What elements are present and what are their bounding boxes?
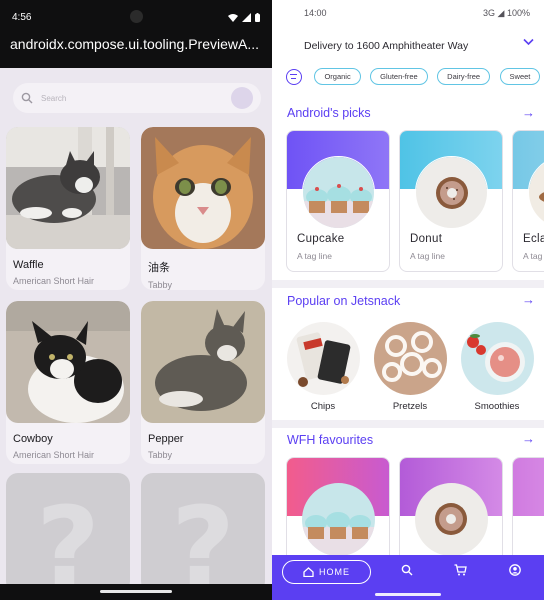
wfh-card-cupcake[interactable]: [286, 457, 390, 567]
cat-card-youtiao[interactable]: 油条 Tabby: [141, 127, 265, 290]
cat-photo: [141, 301, 265, 423]
cat-breed: American Short Hair: [13, 450, 95, 460]
home-icon: [303, 567, 314, 577]
delivery-address-selector[interactable]: Delivery to 1600 Amphitheater Way: [272, 30, 544, 62]
cart-icon[interactable]: [454, 564, 467, 576]
placeholder-question-icon: ?: [171, 483, 235, 593]
battery-icon: [255, 12, 260, 22]
wifi-icon: [228, 13, 238, 22]
snack-image: [415, 483, 488, 556]
arrow-forward-icon[interactable]: →: [522, 292, 535, 307]
section-title-picks: Android's picks: [287, 106, 371, 120]
app-title: androidx.compose.ui.tooling.PreviewA...: [0, 34, 272, 68]
filter-bar: Organic Gluten-free Dairy-free Sweet: [286, 68, 544, 90]
popular-item-smoothies[interactable]: Smoothies: [459, 322, 535, 412]
filter-chip-organic[interactable]: Organic: [314, 68, 361, 86]
cat-name: 油条: [148, 262, 170, 274]
placeholder-question-icon: ?: [36, 483, 100, 593]
status-bar: 4:56: [0, 0, 272, 34]
cat-photo: [6, 301, 130, 423]
system-nav-bar: [0, 584, 272, 600]
cat-breed: Tabby: [148, 280, 173, 290]
cat-name: Cowboy: [13, 433, 53, 445]
search-bar[interactable]: Search: [13, 83, 261, 113]
section-title-wfh: WFH favourites: [287, 433, 374, 447]
snack-image: [415, 156, 488, 229]
cat-card-placeholder[interactable]: ?: [6, 473, 130, 593]
status-time: 4:56: [12, 11, 32, 23]
status-bar: 14:00 3G ◢ 100%: [272, 0, 544, 26]
arrow-forward-icon[interactable]: →: [522, 105, 535, 120]
snack-card-donut[interactable]: Donut A tag line: [399, 130, 503, 272]
screenshot-root: 4:56 androidx.compose.ui.tooling.Preview…: [0, 0, 544, 600]
profile-icon[interactable]: [509, 564, 521, 576]
cat-breed: Tabby: [148, 450, 173, 460]
cat-browser-app: 4:56 androidx.compose.ui.tooling.Preview…: [0, 0, 272, 600]
cat-card-waffle[interactable]: Waffle American Short Hair: [6, 127, 130, 290]
gesture-handle[interactable]: [375, 593, 441, 596]
search-icon[interactable]: [401, 564, 413, 576]
status-time: 14:00: [304, 8, 327, 18]
filter-icon[interactable]: [286, 68, 302, 85]
section-divider: [272, 420, 544, 428]
cat-card-cowboy[interactable]: Cowboy American Short Hair: [6, 301, 130, 464]
chevron-down-icon: [523, 38, 534, 46]
wfh-card-more[interactable]: [512, 457, 544, 567]
nav-home-label: HOME: [319, 567, 350, 577]
snack-name: Donut: [410, 233, 443, 245]
nav-home-button[interactable]: HOME: [282, 560, 371, 584]
snack-tagline: A tag: [523, 251, 543, 261]
cat-name: Waffle: [13, 259, 44, 271]
snack-image: [460, 322, 534, 395]
popular-item-chips[interactable]: Chips: [285, 322, 361, 412]
wfh-card-donut[interactable]: [399, 457, 503, 567]
arrow-forward-icon[interactable]: →: [522, 431, 535, 446]
section-divider: [272, 280, 544, 288]
snack-name: Ecla: [523, 233, 544, 245]
snack-image: [302, 483, 375, 556]
snack-image: [286, 322, 360, 395]
cat-photo: [141, 127, 265, 249]
filter-chip-sweet[interactable]: Sweet: [499, 68, 541, 86]
gesture-handle[interactable]: [100, 590, 172, 593]
cat-name: Pepper: [148, 433, 184, 445]
snack-image: [373, 322, 447, 395]
search-icon: [21, 92, 33, 104]
cat-photo: [6, 127, 130, 249]
filter-chip-gluten-free[interactable]: Gluten-free: [370, 68, 428, 86]
snack-image: [302, 156, 375, 229]
popular-item-label: Chips: [310, 401, 336, 412]
popular-item-pretzels[interactable]: Pretzels: [372, 322, 448, 412]
cat-card-pepper[interactable]: Pepper Tabby: [141, 301, 265, 464]
snack-card-eclair[interactable]: Ecla A tag: [512, 130, 544, 272]
snack-card-cupcake[interactable]: Cupcake A tag line: [286, 130, 390, 272]
snack-tagline: A tag line: [410, 251, 445, 261]
popular-item-label: Smoothies: [474, 401, 520, 412]
popular-item-label: Pretzels: [392, 401, 428, 412]
delivery-label: Delivery to 1600 Amphitheater Way: [304, 40, 469, 52]
jetsnack-app: 14:00 3G ◢ 100% Delivery to 1600 Amphith…: [272, 0, 544, 600]
cat-card-placeholder[interactable]: ?: [141, 473, 265, 593]
snack-name: Cupcake: [297, 233, 345, 245]
avatar[interactable]: [231, 87, 253, 109]
filter-chip-dairy-free[interactable]: Dairy-free: [437, 68, 491, 86]
snack-tagline: A tag line: [297, 251, 332, 261]
signal-icon: [242, 12, 251, 22]
status-icons: [228, 12, 260, 22]
search-placeholder: Search: [41, 93, 67, 103]
cat-breed: American Short Hair: [13, 276, 95, 286]
section-title-popular: Popular on Jetsnack: [287, 294, 401, 308]
camera-cutout: [130, 10, 143, 23]
status-icons: 3G ◢ 100%: [483, 7, 530, 18]
